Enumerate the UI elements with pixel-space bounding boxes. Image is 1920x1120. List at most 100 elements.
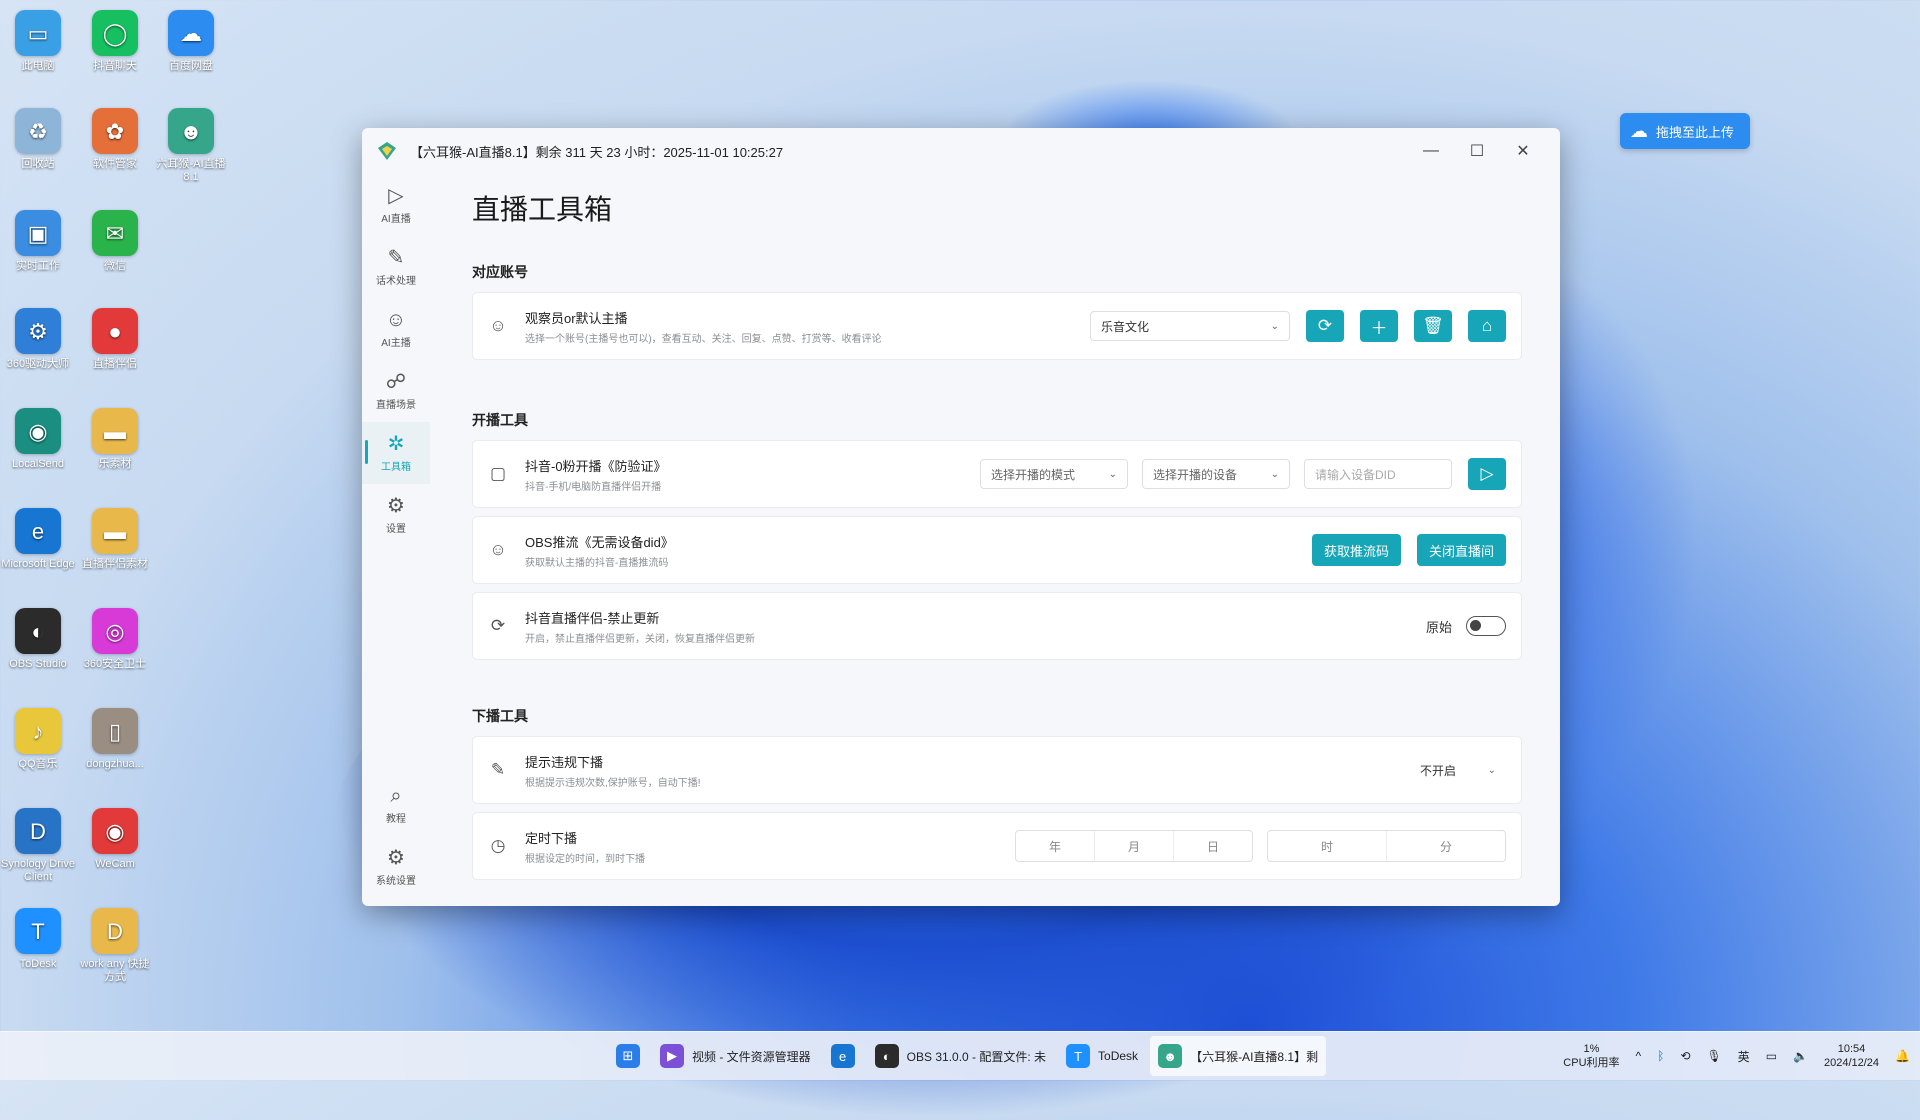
month-field[interactable]: 月 [1095,831,1174,861]
close-button[interactable]: ✕ [1500,134,1546,168]
taskbar-app[interactable]: T ToDesk [1058,1036,1146,1076]
taskbar-app-icon: ☻ [1158,1044,1183,1068]
taskbar-app-icon: ▶ [660,1044,684,1068]
app-icon: ▣ [15,210,61,256]
toggle-knob [1470,620,1481,631]
obs-card-title: OBS推流《无需设备did》 [525,534,674,550]
date-picker[interactable]: 年 月 日 [1015,830,1253,862]
desktop-icon[interactable]: ◎ 360安全卫士 [76,608,154,671]
clipboard-icon: ▢ [489,464,507,483]
cloud-icon: ☁ [1630,120,1648,141]
tray-overflow-chevron-icon[interactable]: ^ [1636,1049,1642,1063]
taskbar-app[interactable]: e [823,1036,863,1076]
sidebar-item[interactable]: ☺ AI主播 [362,298,430,360]
add-account-button[interactable]: ＋ [1360,310,1398,342]
app-icon: ◐ [15,608,61,654]
desktop-icon[interactable]: ▬ 乐素材 [76,408,154,471]
taskbar-app[interactable]: ▶ 视频 - 文件资源管理器 [652,1036,819,1076]
violation-select-value: 不开启 [1420,763,1457,778]
network-icon[interactable]: ▭ [1766,1049,1777,1063]
sidebar-item[interactable]: ⚙ 设置 [362,484,430,546]
desktop-icon[interactable]: ▯ dongzhua... [76,708,154,771]
desktop-icon[interactable]: ● 直播伴侣 [76,308,154,371]
taskbar-app[interactable]: ◐ OBS 31.0.0 - 配置文件: 未 [867,1036,1054,1076]
cpu-usage[interactable]: 1% CPU利用率 [1563,1042,1619,1070]
app-icon: ▬ [92,408,138,454]
sidebar: ▷ AI直播 ✎ 话术处理 ☺ AI主播 ☍ 直播场景 ✲ 工具箱 ⚙ 设置 ⌕ 教程 ⚙ 系统设置 [362,174,430,906]
desktop-icon[interactable]: ◉ LocalSend [0,408,77,471]
refresh-button[interactable]: ⟳ [1306,310,1344,342]
delete-account-button[interactable]: 🗑 [1414,310,1452,342]
get-stream-key-button[interactable]: 获取推流码 [1311,534,1401,566]
maximize-button[interactable]: ☐ [1454,134,1500,168]
nav-icon: ⌕ [390,785,402,807]
minute-field[interactable]: 分 [1387,831,1505,861]
desktop-icon[interactable]: ◯ 抖音聊天 [76,10,154,73]
sidebar-bottom-item[interactable]: ⚙ 系统设置 [362,836,430,898]
douyin-card-desc: 抖音-手机/电脑防直播伴侣开播 [525,481,662,493]
taskbar-app[interactable]: ⊞ [608,1036,648,1076]
violation-select[interactable]: 不开启 ⌄ [1410,755,1506,785]
app-icon: ◉ [15,408,61,454]
sidebar-item[interactable]: ☍ 直播场景 [362,360,430,422]
mode-select[interactable]: 选择开播的模式 ⌄ [980,459,1128,489]
minimize-button[interactable]: — [1408,134,1454,168]
play-icon: ▷ [1480,464,1494,483]
sidebar-item[interactable]: ✎ 话术处理 [362,236,430,298]
plus-icon: ＋ [1370,318,1388,338]
nav-icon: ✎ [387,247,405,269]
account-card-desc: 选择一个账号(主播号也可以)，查看互动、关注、回复、点赞、打赏等、收看评论 [525,333,882,345]
update-lock-toggle[interactable] [1466,616,1506,636]
app-icon: D [15,808,61,854]
hour-field[interactable]: 时 [1268,831,1387,861]
start-live-button[interactable]: ▷ [1468,458,1506,490]
window-titlebar[interactable]: 【六耳猴-AI直播8.1】剩余 311 天 23 小时：2025-11-01 1… [362,128,1560,174]
desktop-icon[interactable]: ☻ 六耳猴-AI直播8.1 [152,108,230,184]
input-language[interactable]: 英 [1738,1048,1750,1065]
chevron-down-icon: ⌄ [1487,764,1496,776]
microphone-icon[interactable]: 🎙 [1706,1049,1721,1063]
bluetooth-icon[interactable]: ᛒ [1657,1049,1664,1063]
desktop-icon[interactable]: ◐ OBS Studio [0,608,77,671]
app-icon: D [92,908,138,954]
desktop-icon[interactable]: ✿ 软件管家 [76,108,154,171]
sidebar-item[interactable]: ✲ 工具箱 [362,422,430,484]
sidebar-bottom-item[interactable]: ⌕ 教程 [362,774,430,836]
device-did-input[interactable]: 请输入设备DID [1304,459,1452,489]
desktop-icon[interactable]: ☁ 百度网盘 [152,10,230,73]
desktop-icon[interactable]: ▭ 此电脑 [0,10,77,73]
desktop-icon[interactable]: ◉ WeCam [76,808,154,871]
close-live-room-button[interactable]: 关闭直播间 [1416,534,1506,566]
desktop-icon[interactable]: Dwork any 快捷方式 [76,908,154,984]
desktop-icon[interactable]: D Synology Drive Client [0,808,77,884]
home-button[interactable]: ⌂ [1468,310,1506,342]
volume-icon[interactable]: 🔈 [1793,1049,1808,1063]
sidebar-item-label: 教程 [386,814,406,825]
account-select[interactable]: 乐音文化 ⌄ [1090,311,1290,341]
desktop-icon[interactable]: ▣ 实时工作 [0,210,77,273]
sync-tray-icon[interactable]: ⟲ [1680,1049,1690,1063]
desktop-icon[interactable]: ♻ 回收站 [0,108,77,171]
desktop-icon-label: 360安全卫士 [83,658,147,670]
app-icon: ⚙ [15,308,61,354]
desktop-icon[interactable]: ⚙ 360驱动大师 [0,308,77,371]
taskbar-app-label: 视频 - 文件资源管理器 [692,1049,811,1064]
clock[interactable]: 10:54 2024/12/24 [1824,1042,1879,1070]
nav-icon: ▷ [388,185,404,207]
desktop-icon[interactable]: ▬ 直播伴侣素材 [76,508,154,571]
upload-dropzone-button[interactable]: ☁ 拖拽至此上传 [1620,113,1750,149]
desktop-icon[interactable]: ♪ QQ音乐 [0,708,77,771]
pencil-icon: ✎ [490,760,506,779]
notification-bell-icon[interactable]: 🔔 [1895,1049,1910,1063]
desktop-icon[interactable]: ✉ 微信 [76,210,154,273]
device-select[interactable]: 选择开播的设备 ⌄ [1142,459,1290,489]
home-icon: ⌂ [1481,316,1493,335]
time-picker[interactable]: 时 分 [1267,830,1506,862]
desktop-icon[interactable]: e Microsoft Edge [0,508,77,571]
day-field[interactable]: 日 [1174,831,1252,861]
sidebar-item-label: 话术处理 [376,276,416,287]
sidebar-item[interactable]: ▷ AI直播 [362,174,430,236]
taskbar-app[interactable]: ☻ 【六耳猴-AI直播8.1】剩 [1150,1036,1327,1076]
year-field[interactable]: 年 [1016,831,1095,861]
desktop-icon[interactable]: T ToDesk [0,908,77,971]
